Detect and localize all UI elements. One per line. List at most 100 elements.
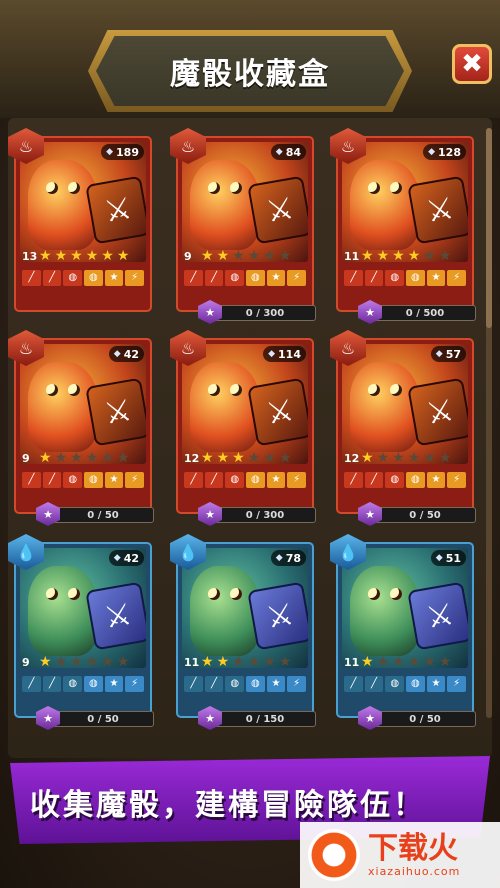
ability-icon: ◍ bbox=[84, 676, 103, 692]
monster-illustration bbox=[28, 566, 98, 656]
level-number: 12 bbox=[344, 451, 360, 465]
upgrade-progress: 0 / 50 ★ bbox=[36, 706, 154, 730]
star-icon: ★ bbox=[361, 654, 374, 670]
monster-card[interactable]: ⚔ ♨ ◆ 42 9 ★ ★ ★ ★ ★ ★ ╱ ╱ ◍ ◍ ★ ⚡ 0 / 50 ★ bbox=[8, 330, 154, 526]
monster-eye bbox=[368, 182, 380, 194]
card-art: ⚔ bbox=[182, 344, 308, 464]
ability-icon: ⚡ bbox=[125, 676, 145, 692]
card-art: ⚔ bbox=[182, 548, 308, 668]
ability-row: ╱ ╱ ◍ ◍ ★ ⚡ bbox=[22, 676, 145, 692]
monster-card[interactable]: ⚔ ♨ ◆ 57 12 ★ ★ ★ ★ ★ ★ ╱ ╱ ◍ ◍ ★ ⚡ 0 / 50 ★ bbox=[330, 330, 476, 526]
monster-eye bbox=[68, 182, 80, 194]
ability-icon: ╱ bbox=[42, 472, 62, 488]
ability-icon: ◍ bbox=[63, 472, 83, 488]
star-icon: ★ bbox=[101, 654, 114, 670]
dice-count-value: 42 bbox=[123, 347, 139, 361]
scrollbar[interactable] bbox=[486, 128, 492, 718]
gem-icon: ◆ bbox=[435, 553, 443, 563]
upgrade-progress: 0 / 500 ★ bbox=[358, 300, 476, 324]
upgrade-progress: 0 / 300 ★ bbox=[198, 300, 316, 324]
star-icon: ★ bbox=[247, 654, 261, 670]
upgrade-progress: 0 / 50 ★ bbox=[36, 502, 154, 526]
ability-icon: ◍ bbox=[406, 270, 425, 286]
dice-count: ◆ 42 bbox=[108, 346, 144, 362]
gem-icon: ◆ bbox=[113, 349, 121, 359]
dice-count: ◆ 42 bbox=[108, 550, 144, 566]
star-icon: ★ bbox=[376, 450, 390, 466]
monster-card[interactable]: ⚔ 💧 ◆ 78 11 ★ ★ ★ ★ ★ ★ ╱ ╱ ◍ ◍ ★ ⚡ 0 / 150 ★ bbox=[170, 534, 316, 730]
dice-count-value: 128 bbox=[438, 145, 461, 159]
star-icon: ★ bbox=[423, 248, 436, 264]
star-icon: ★ bbox=[201, 450, 214, 466]
monster-illustration bbox=[350, 566, 420, 656]
monster-card[interactable]: ⚔ 💧 ◆ 42 9 ★ ★ ★ ★ ★ ★ ╱ ╱ ◍ ◍ ★ ⚡ 0 / 50 ★ bbox=[8, 534, 154, 730]
ability-icon: ⚡ bbox=[447, 270, 467, 286]
title-plate: 魔骰收藏盒 bbox=[96, 36, 404, 106]
dice-count-value: 57 bbox=[445, 347, 461, 361]
gem-icon: ◆ bbox=[113, 553, 121, 563]
card-art: ⚔ bbox=[20, 548, 146, 668]
ability-icon: ⚡ bbox=[287, 676, 307, 692]
upgrade-progress: 0 / 150 ★ bbox=[198, 706, 316, 730]
monster-card[interactable]: ⚔ ♨ ◆ 189 13 ★ ★ ★ ★ ★ ★ ╱ ╱ ◍ ◍ ★ ⚡ bbox=[8, 128, 152, 312]
dice-sword-icon: ⚔ bbox=[247, 377, 308, 447]
dice-sword-icon: ⚔ bbox=[407, 175, 468, 245]
watermark: 下载火 xiazaihuo.com bbox=[300, 822, 500, 888]
gem-icon: ◆ bbox=[106, 147, 114, 157]
star-icon: ★ bbox=[278, 248, 292, 264]
monster-eye bbox=[46, 588, 58, 600]
level-number: 9 bbox=[184, 249, 192, 263]
dice-count-value: 189 bbox=[116, 145, 139, 159]
level-row: 12 ★ ★ ★ ★ ★ ★ bbox=[344, 450, 466, 466]
dice-sword-icon: ⚔ bbox=[85, 581, 146, 651]
star-icon: ★ bbox=[392, 450, 405, 466]
dice-count: ◆ 128 bbox=[423, 144, 466, 160]
star-icon: ★ bbox=[216, 654, 230, 670]
ability-icon: ⚡ bbox=[447, 676, 467, 692]
scroll-thumb[interactable] bbox=[486, 128, 492, 328]
star-icon: ★ bbox=[407, 248, 421, 264]
ability-icon: ◍ bbox=[385, 472, 405, 488]
ability-icon: ╱ bbox=[184, 676, 203, 692]
ability-icon: ★ bbox=[426, 472, 446, 488]
watermark-texts: 下载火 xiazaihuo.com bbox=[368, 830, 461, 878]
star-icon: ★ bbox=[85, 450, 99, 466]
monster-illustration bbox=[28, 160, 98, 250]
watermark-sub: xiazaihuo.com bbox=[368, 864, 461, 878]
monster-eye bbox=[390, 588, 402, 600]
ability-icon: ◍ bbox=[406, 676, 425, 692]
close-button[interactable]: ✖ bbox=[452, 44, 492, 84]
upgrade-progress-text: 0 / 150 bbox=[214, 711, 316, 727]
monster-eye bbox=[46, 384, 58, 396]
level-row: 9 ★ ★ ★ ★ ★ ★ bbox=[22, 450, 144, 466]
card-art: ⚔ bbox=[342, 142, 468, 262]
star-icon: ★ bbox=[263, 450, 276, 466]
dice-count-value: 78 bbox=[285, 551, 301, 565]
level-row: 11 ★ ★ ★ ★ ★ ★ bbox=[344, 248, 466, 264]
watermark-main: 下载火 bbox=[368, 830, 458, 866]
monster-card[interactable]: ⚔ ♨ ◆ 128 11 ★ ★ ★ ★ ★ ★ ╱ ╱ ◍ ◍ ★ ⚡ 0 / 500 ★ bbox=[330, 128, 476, 324]
star-icon: ★ bbox=[70, 248, 83, 264]
level-number: 9 bbox=[22, 451, 30, 465]
card-art: ⚔ bbox=[182, 142, 308, 262]
monster-eye bbox=[208, 182, 220, 194]
star-icon: ★ bbox=[423, 450, 436, 466]
monster-card[interactable]: ⚔ 💧 ◆ 51 11 ★ ★ ★ ★ ★ ★ ╱ ╱ ◍ ◍ ★ ⚡ 0 / 50 ★ bbox=[330, 534, 476, 730]
ability-icon: ★ bbox=[426, 676, 446, 692]
ability-icon: ╱ bbox=[344, 472, 363, 488]
ability-icon: ★ bbox=[104, 270, 124, 286]
ability-icon: ╱ bbox=[204, 270, 224, 286]
ability-icon: ╱ bbox=[204, 472, 224, 488]
ability-icon: ╱ bbox=[364, 676, 384, 692]
dice-sword-icon: ⚔ bbox=[85, 377, 146, 447]
card-art: ⚔ bbox=[342, 344, 468, 464]
star-icon: ★ bbox=[201, 248, 214, 264]
dice-count: ◆ 114 bbox=[263, 346, 306, 362]
monster-card[interactable]: ⚔ ♨ ◆ 114 12 ★ ★ ★ ★ ★ ★ ╱ ╱ ◍ ◍ ★ ⚡ 0 / 300 ★ bbox=[170, 330, 316, 526]
level-row: 9 ★ ★ ★ ★ ★ ★ bbox=[22, 654, 144, 670]
ability-row: ╱ ╱ ◍ ◍ ★ ⚡ bbox=[344, 270, 467, 286]
watermark-logo-icon bbox=[308, 829, 360, 881]
monster-card[interactable]: ⚔ ♨ ◆ 84 9 ★ ★ ★ ★ ★ ★ ╱ ╱ ◍ ◍ ★ ⚡ 0 / 300 ★ bbox=[170, 128, 316, 324]
level-number: 9 bbox=[22, 655, 30, 669]
dice-count-value: 42 bbox=[123, 551, 139, 565]
